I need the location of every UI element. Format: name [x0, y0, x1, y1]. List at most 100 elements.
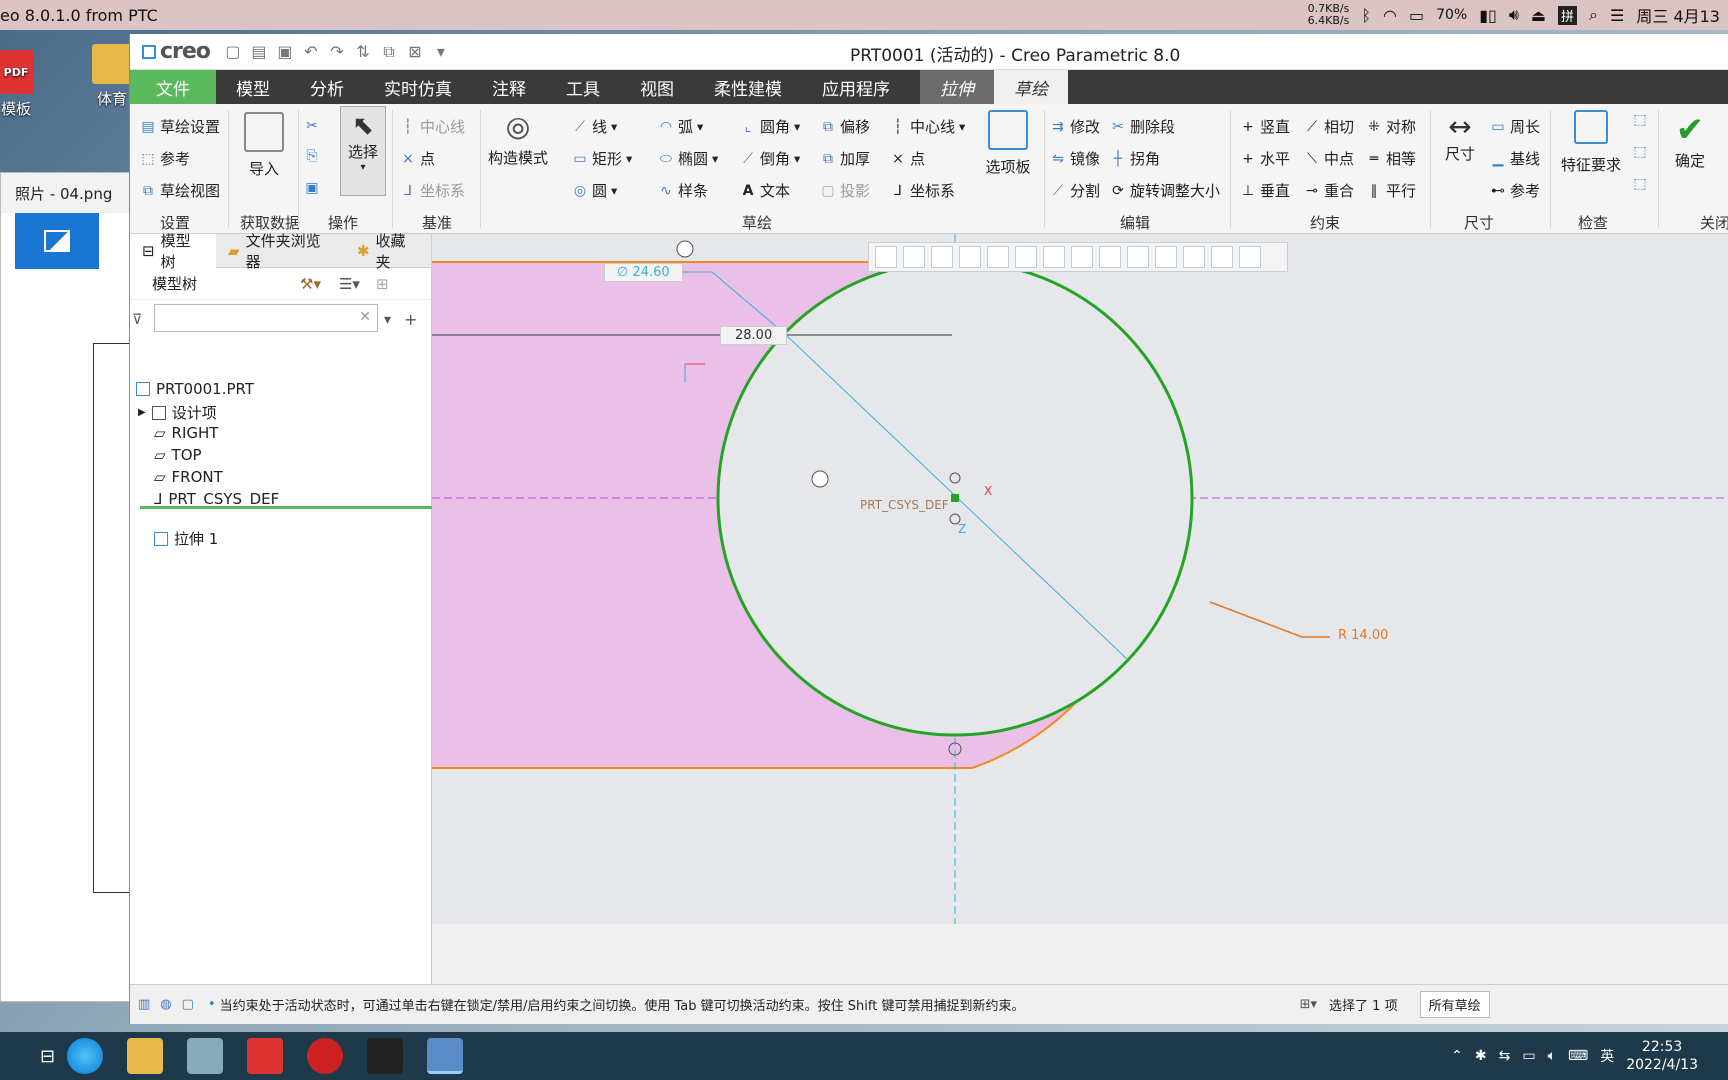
tree-node-extrude[interactable]: 拉伸 1 [154, 528, 218, 549]
corner-button[interactable]: ┼ 拐角 [1110, 148, 1160, 169]
constraint-display-icon[interactable] [1239, 246, 1261, 268]
tab-analysis[interactable]: 分析 [290, 70, 364, 104]
zoom-out-icon[interactable] [931, 246, 953, 268]
tab-folder-browser[interactable]: ▰ 文件夹浏览器 [216, 232, 345, 271]
tree-node-top[interactable]: ▱ TOP [154, 446, 202, 464]
windows-icon[interactable]: ⧉ [376, 42, 402, 62]
bluetooth-icon[interactable]: ᛒ [1361, 6, 1371, 25]
battery-icon[interactable]: ▮▯ [1479, 6, 1497, 25]
control-center-icon[interactable]: ☰ [1610, 6, 1624, 25]
input-method[interactable]: 拼 [1558, 5, 1578, 25]
rectangle-button[interactable]: ▭ 矩形 ▾ [572, 148, 632, 169]
sketch-view-button[interactable]: ⧉ 草绘视图 [140, 180, 220, 201]
tab-sketch[interactable]: 草绘 [994, 70, 1068, 104]
tab-applications[interactable]: 应用程序 [802, 70, 910, 104]
open-icon[interactable]: ▤ [246, 42, 272, 61]
eject-icon[interactable]: ⏏ [1531, 6, 1546, 25]
clear-icon[interactable]: ✕ [359, 309, 371, 325]
tree-node-right[interactable]: ▱ RIGHT [154, 424, 218, 442]
modify-button[interactable]: ⇉ 修改 [1050, 116, 1100, 137]
divide-button[interactable]: ⟋ 分割 [1050, 180, 1100, 201]
redo-icon[interactable]: ↷ [324, 42, 350, 61]
highlight-open-ends-icon[interactable]: ⬚ [1632, 144, 1648, 160]
arc-button[interactable]: ◠ 弧 ▾ [658, 116, 703, 137]
palette-button[interactable]: 选项板 [980, 110, 1036, 177]
copy-icon[interactable]: ⎘ [304, 148, 320, 164]
equal-constraint-button[interactable]: ═ 相等 [1366, 148, 1416, 169]
browser-toggle-icon[interactable]: ◍ [160, 997, 171, 1012]
rotate-resize-button[interactable]: ⟳ 旋转调整大小 [1110, 180, 1220, 201]
tab-view[interactable]: 视图 [620, 70, 694, 104]
ellipse-button[interactable]: ⬭ 椭圆 ▾ [658, 148, 718, 169]
undo-icon[interactable]: ↶ [298, 42, 324, 61]
symmetric-constraint-button[interactable]: ⁜ 对称 [1366, 116, 1416, 137]
wps-icon[interactable] [247, 1038, 284, 1074]
photo-icon[interactable] [15, 213, 99, 269]
app-title[interactable]: eo 8.0.1.0 from PTC [0, 6, 158, 25]
reference-dim-button[interactable]: ⊷ 参考 [1490, 180, 1540, 201]
datum-point-button[interactable]: × 点 [400, 148, 435, 169]
paint-icon[interactable] [187, 1038, 224, 1074]
horizontal-dimension[interactable]: 28.00 [720, 326, 788, 345]
display-style-icon[interactable] [987, 246, 1009, 268]
clock[interactable]: 周三 4月13 [1636, 3, 1720, 27]
handle-icon[interactable] [811, 470, 829, 488]
import-button[interactable]: 导入 [238, 112, 290, 179]
tree-search-input[interactable]: ✕ [154, 304, 378, 332]
mirror-button[interactable]: ⇋ 镜像 [1050, 148, 1100, 169]
tree-node-front[interactable]: ▱ FRONT [154, 468, 223, 486]
tab-annotate[interactable]: 注释 [472, 70, 546, 104]
references-button[interactable]: ⬚ 参考 [140, 148, 190, 169]
search-options-icon[interactable]: ▾ [384, 312, 391, 328]
close-window-icon[interactable]: ⊠ [402, 42, 428, 61]
perpendicular-constraint-button[interactable]: ⊥ 垂直 [1240, 180, 1290, 201]
perimeter-button[interactable]: ▭ 周长 [1490, 116, 1540, 137]
spline-button[interactable]: ∿ 样条 [658, 180, 708, 201]
dimension-button[interactable]: ↔ 尺寸 [1436, 110, 1484, 164]
tab-file[interactable]: 文件 [130, 70, 216, 104]
tab-extrude[interactable]: 拉伸 [920, 70, 994, 104]
fullscreen-icon[interactable]: ▢ [182, 997, 194, 1012]
binoculars-icon[interactable]: ⊞▾ [1300, 997, 1317, 1012]
handle-icon[interactable] [676, 240, 694, 258]
sketch-point-button[interactable]: × 点 [890, 148, 925, 169]
tray-app-icon[interactable]: ✱ [1475, 1048, 1487, 1064]
tangent-constraint-button[interactable]: ⟋ 相切 [1304, 116, 1354, 137]
tree-node-design-items[interactable]: ▶ 设计项 [138, 402, 217, 423]
regenerate-icon[interactable]: ⇅ [350, 42, 376, 61]
volume-tray-icon[interactable]: 🔈︎ [1548, 1048, 1556, 1064]
paste-icon[interactable]: ▣ [304, 180, 320, 196]
tray-expand-icon[interactable]: ⌃ [1451, 1048, 1463, 1064]
group-label-constrain[interactable]: 约束 [1310, 212, 1340, 233]
cut-icon[interactable]: ✂ [304, 118, 320, 134]
sketcher-display-icon[interactable] [1211, 246, 1233, 268]
spin-center-icon[interactable] [1099, 246, 1121, 268]
sketch-centerline-button[interactable]: ┆ 中心线 ▾ [890, 116, 966, 137]
construction-mode-button[interactable]: ⦾ 构造模式 [486, 112, 550, 168]
display-icon[interactable]: ▭ [1409, 6, 1424, 25]
expand-icon[interactable]: ▶ [138, 407, 146, 418]
graphics-area[interactable]: ∅ 24.60 28.00 R 14.00 PRT_CSYS_DEF X Z [432, 234, 1728, 924]
offset-button[interactable]: ⧉ 偏移 [820, 116, 870, 137]
thicken-button[interactable]: ⧉ 加厚 [820, 148, 870, 169]
edge-icon[interactable] [67, 1038, 104, 1074]
add-icon[interactable]: + [404, 310, 417, 329]
photos-window[interactable]: 照片 - 04.png [0, 172, 140, 1002]
tab-favorites[interactable]: ✱ 收藏夹 [345, 232, 431, 271]
taskbar-clock[interactable]: 22:53 2022/4/13 [1626, 1038, 1698, 1074]
tree-filter-icon[interactable]: ⊞ [376, 275, 389, 293]
tab-live-simulation[interactable]: 实时仿真 [364, 70, 472, 104]
file-explorer-icon[interactable] [127, 1038, 164, 1074]
group-label-dimension[interactable]: 尺寸 [1464, 212, 1494, 233]
group-label-inspect[interactable]: 检查 [1578, 212, 1608, 233]
creo-taskbar-icon[interactable] [427, 1038, 464, 1074]
saved-orientations-icon[interactable] [1015, 246, 1037, 268]
fillet-button[interactable]: ⌞ 圆角 ▾ [740, 116, 801, 137]
feature-requirements-button[interactable]: 特征要求 [1558, 110, 1624, 175]
datum-centerline-button[interactable]: ┆ 中心线 [400, 116, 465, 137]
shade-closed-loops-icon[interactable]: ⬚ [1632, 176, 1648, 192]
view-manager-icon[interactable] [1043, 246, 1065, 268]
settings-icon[interactable]: ⚒▾ [300, 275, 321, 293]
selection-filter[interactable]: 所有草绘 [1419, 991, 1490, 1018]
vertical-constraint-button[interactable]: + 竖直 [1240, 116, 1290, 137]
